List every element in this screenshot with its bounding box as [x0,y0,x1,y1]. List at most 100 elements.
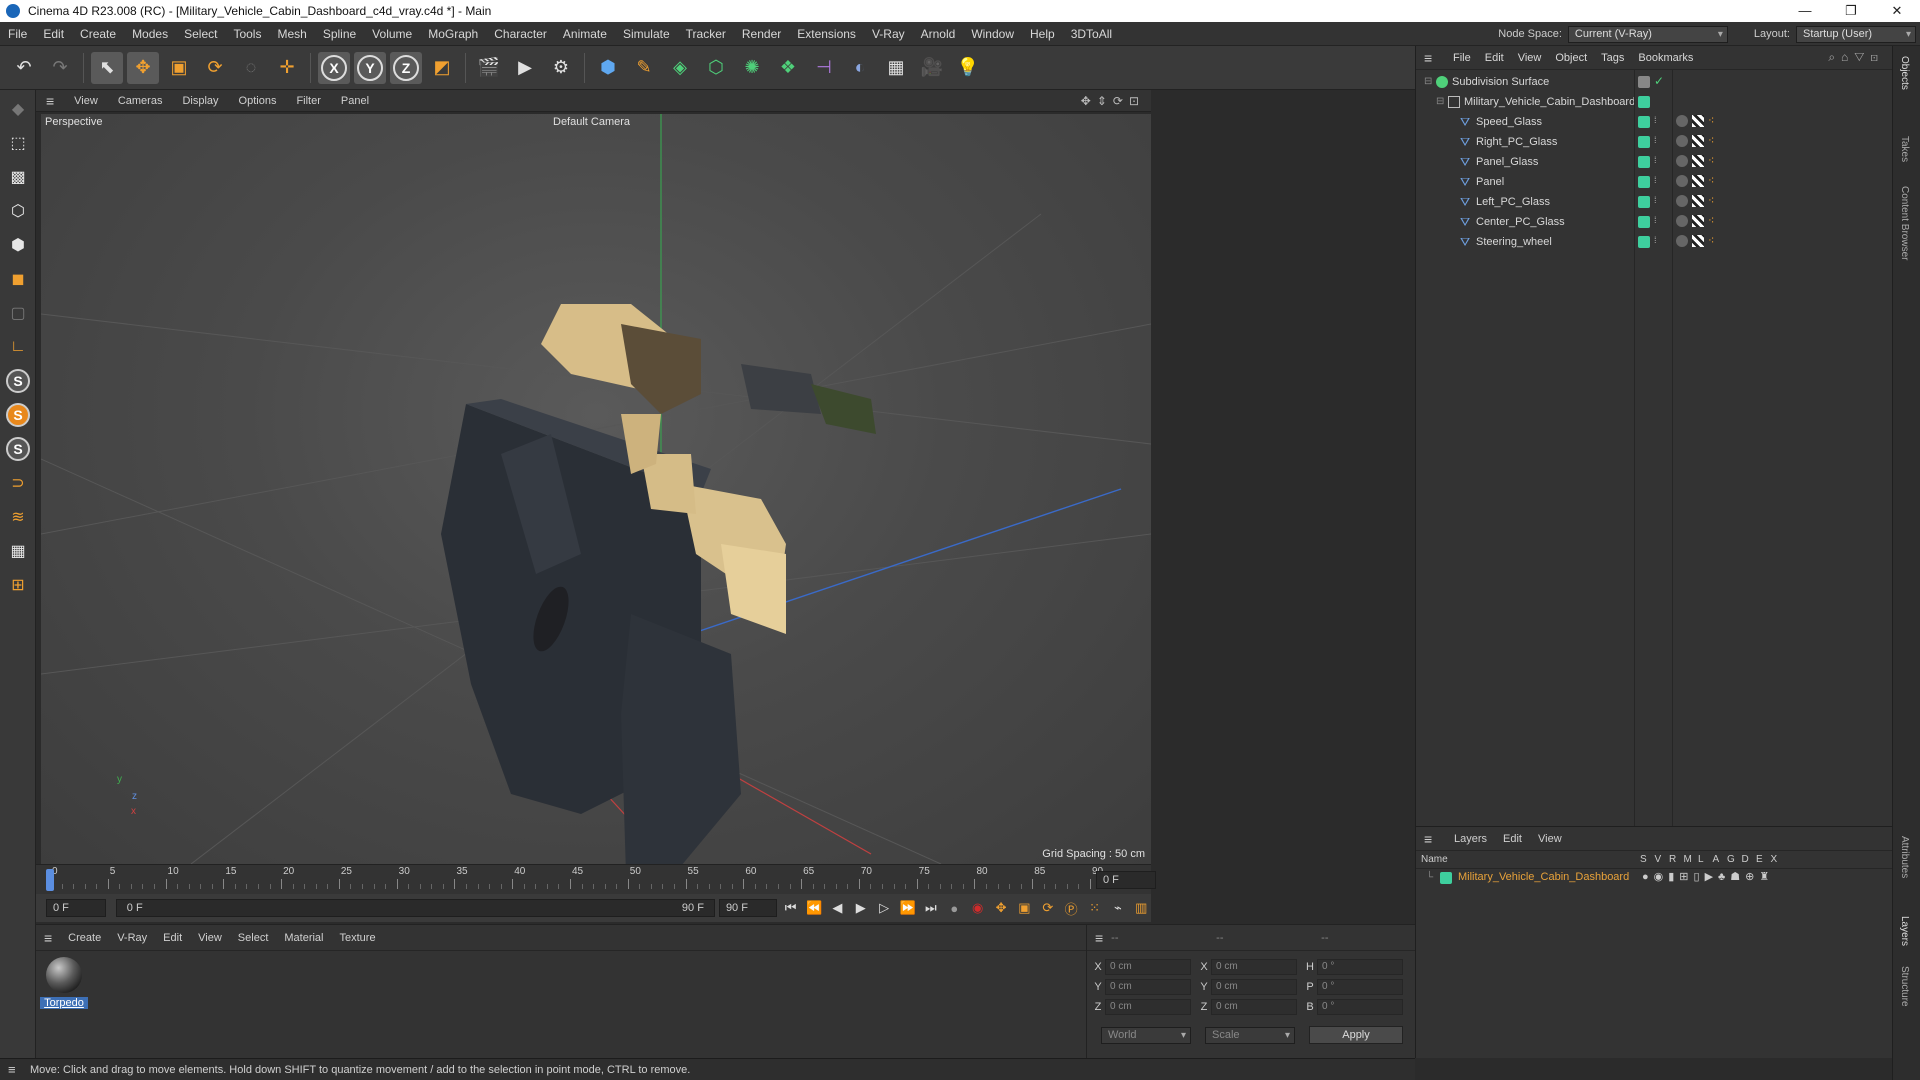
pen-spline-icon[interactable]: ✎ [628,52,660,84]
close-button[interactable]: ✕ [1874,0,1920,22]
material-tag-icon[interactable] [1676,215,1688,227]
viewport-menu-cameras[interactable]: Cameras [108,95,173,107]
texture-mode-icon[interactable]: ▩ [3,162,33,192]
viewport-menu-display[interactable]: Display [172,95,228,107]
position-x-field[interactable]: 0 cm [1105,959,1191,975]
visibility-dots-icon[interactable]: ⁞ [1654,135,1666,147]
dashboard-model[interactable] [441,304,876,864]
visibility-dots-icon[interactable]: ⁞ [1654,155,1666,167]
texture-tag-icon[interactable] [1692,175,1704,187]
key-scale-icon[interactable]: ▣ [1015,897,1034,919]
coordinate-mode-dropdown[interactable]: World [1101,1026,1191,1044]
menu-character[interactable]: Character [486,27,555,41]
go-to-end-icon[interactable]: ⏭ [921,897,940,919]
quantize-icon[interactable]: S [3,434,33,464]
texture-tag-icon[interactable] [1692,215,1704,227]
3d-viewport[interactable]: x y z Perspective Default Camera Grid Sp… [41,114,1151,864]
layer-name[interactable]: Military_Vehicle_Cabin_Dashboard [1458,871,1629,883]
visibility-dots-icon[interactable]: ⁞ [1654,235,1666,247]
maximize-button[interactable]: ❐ [1828,0,1874,22]
layer-color-icon[interactable] [1638,136,1650,148]
apply-button[interactable]: Apply [1309,1026,1403,1044]
menu-arnold[interactable]: Arnold [913,27,964,41]
menu-3dtoall[interactable]: 3DToAll [1063,27,1120,41]
menu-simulate[interactable]: Simulate [615,27,678,41]
layer-menu-view[interactable]: View [1530,833,1570,845]
tab-content-browser[interactable]: Content Browser [1899,186,1910,260]
undo-icon[interactable]: ↶ [8,52,40,84]
layer-color-icon[interactable] [1638,96,1650,108]
vray-tag-icon[interactable]: ⁖ [1708,194,1720,207]
mograph-icon[interactable]: ❖ [772,52,804,84]
vray-tag-icon[interactable]: ⁖ [1708,114,1720,127]
tab-attributes[interactable]: Attributes [1899,836,1910,878]
viewport-menu-panel[interactable]: Panel [331,95,379,107]
locked-workplane-icon[interactable]: ⊞ [3,570,33,600]
select-tool-icon[interactable]: ⬉ [91,51,123,84]
material-menu-texture[interactable]: Texture [332,932,384,944]
material-menu-select[interactable]: Select [230,932,277,944]
object-menu-tags[interactable]: Tags [1594,52,1631,64]
layer-menu-edit[interactable]: Edit [1495,833,1530,845]
redo-icon[interactable]: ↷ [44,52,76,84]
rotate-tool-icon[interactable]: ⟳ [199,52,231,84]
previous-key-icon[interactable]: ⏪ [804,897,823,919]
material-tag-icon[interactable] [1676,155,1688,167]
texture-tag-icon[interactable] [1692,115,1704,127]
size-mode-dropdown[interactable]: Scale [1205,1026,1295,1044]
edge-mode-icon[interactable]: ⬢ [3,230,33,260]
render-picture-viewer-icon[interactable]: ▶ [509,52,541,84]
tab-structure[interactable]: Structure [1899,966,1910,1007]
size-x-field[interactable]: 0 cm [1211,959,1297,975]
layer-color-swatch[interactable] [1440,872,1452,884]
material-tag-icon[interactable] [1676,115,1688,127]
layer-color-icon[interactable] [1638,236,1650,248]
menu-tracker[interactable]: Tracker [678,27,734,41]
tab-layers[interactable]: Layers [1899,916,1910,946]
object-row[interactable]: ⛛ Steering_wheel ⁞ ⁖ [1416,232,1893,252]
autokey-icon[interactable]: ◉ [968,897,987,919]
texture-tag-icon[interactable] [1692,155,1704,167]
coordinate-system-icon[interactable]: ◩ [426,52,458,84]
next-key-icon[interactable]: ⏩ [898,897,917,919]
object-hamburger-icon[interactable]: ≡ [1424,50,1432,66]
snap-settings-icon[interactable]: S [3,400,33,430]
rotation-h-field[interactable]: 0 ° [1317,959,1403,975]
vray-tag-icon[interactable]: ⁖ [1708,154,1720,167]
snap-icon[interactable]: S [3,366,33,396]
deformer-icon[interactable]: ⊣ [808,52,840,84]
visibility-dots-icon[interactable]: ⁞ [1654,175,1666,187]
menu-extensions[interactable]: Extensions [789,27,864,41]
menu-modes[interactable]: Modes [124,27,176,41]
material-menu-material[interactable]: Material [276,932,331,944]
position-z-field[interactable]: 0 cm [1105,999,1191,1015]
cloner-icon[interactable]: ✺ [736,52,768,84]
object-row[interactable]: ⛛ Speed_Glass ⁞ ⁖ [1416,112,1893,132]
layer-flag-icons[interactable]: ●◉▮⊞▯▶♣☗⊕♜ [1642,870,1774,883]
rotation-p-field[interactable]: 0 ° [1317,979,1403,995]
visibility-dots-icon[interactable]: ⁞ [1654,115,1666,127]
grid-icon[interactable]: ▦ [3,536,33,566]
material-tag-icon[interactable] [1676,195,1688,207]
object-search-icons[interactable]: ⌕⌂▽⊡ [1828,50,1884,65]
field-icon[interactable]: ◐ [844,52,876,84]
layer-color-icon[interactable] [1638,216,1650,228]
viewport-menu-filter[interactable]: Filter [286,95,330,107]
layout-dropdown[interactable]: Startup (User) [1796,25,1916,43]
layer-color-icon[interactable] [1638,176,1650,188]
key-pla-icon[interactable]: ⁙ [1085,897,1104,919]
viewport-hamburger-icon[interactable]: ≡ [36,93,64,109]
tab-objects[interactable]: Objects [1899,56,1910,90]
material-tag-icon[interactable] [1676,175,1688,187]
go-to-start-icon[interactable]: ⏮ [781,897,800,919]
object-row[interactable]: ⛛ Center_PC_Glass ⁞ ⁖ [1416,212,1893,232]
node-space-dropdown[interactable]: Current (V-Ray) [1567,25,1728,43]
vray-tag-icon[interactable]: ⁖ [1708,134,1720,147]
menu-spline[interactable]: Spline [315,27,364,41]
coords-hamburger-icon[interactable]: ≡ [1087,930,1111,946]
material-menu-view[interactable]: View [190,932,230,944]
layer-color-icon[interactable] [1638,116,1650,128]
object-menu-file[interactable]: File [1446,52,1478,64]
magnet-icon[interactable]: ⊃ [3,468,33,498]
vray-tag-icon[interactable]: ⁖ [1708,234,1720,247]
